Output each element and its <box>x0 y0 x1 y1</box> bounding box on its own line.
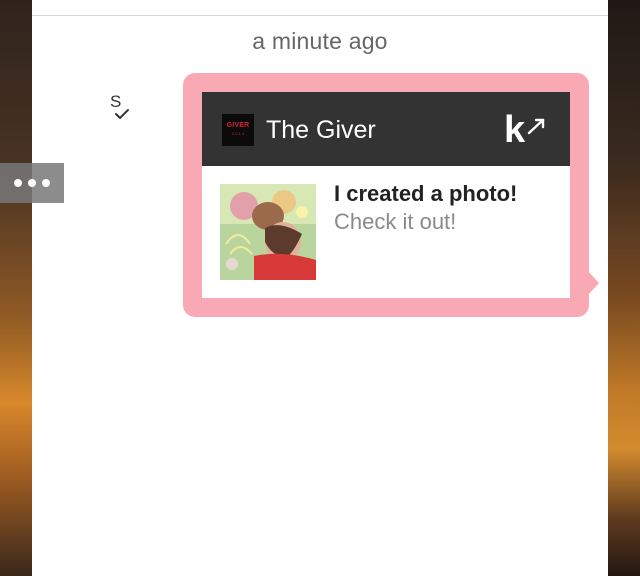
more-dots-icon <box>11 179 53 187</box>
app-logo: GIVER 2 0 1 4 <box>222 114 254 146</box>
top-divider <box>32 15 608 16</box>
app-logo-text: GIVER <box>226 122 250 129</box>
background-right <box>608 0 640 576</box>
card-title: I created a photo! <box>334 181 518 206</box>
more-options-button[interactable] <box>0 163 64 203</box>
photo-thumbnail[interactable] <box>220 184 316 280</box>
sent-check-icon: S <box>108 92 134 122</box>
k-share-icon[interactable]: k <box>504 110 550 150</box>
shared-photo-card[interactable]: GIVER 2 0 1 4 The Giver k I created a ph… <box>202 92 570 298</box>
card-subtitle: Check it out! <box>334 209 457 234</box>
background-left <box>0 0 32 576</box>
bubble-tail <box>587 270 599 296</box>
card-header: GIVER 2 0 1 4 The Giver k <box>202 92 570 166</box>
app-logo-subtext: 2 0 1 4 <box>231 131 245 136</box>
app-name: The Giver <box>266 116 376 144</box>
message-timestamp: a minute ago <box>252 28 388 54</box>
